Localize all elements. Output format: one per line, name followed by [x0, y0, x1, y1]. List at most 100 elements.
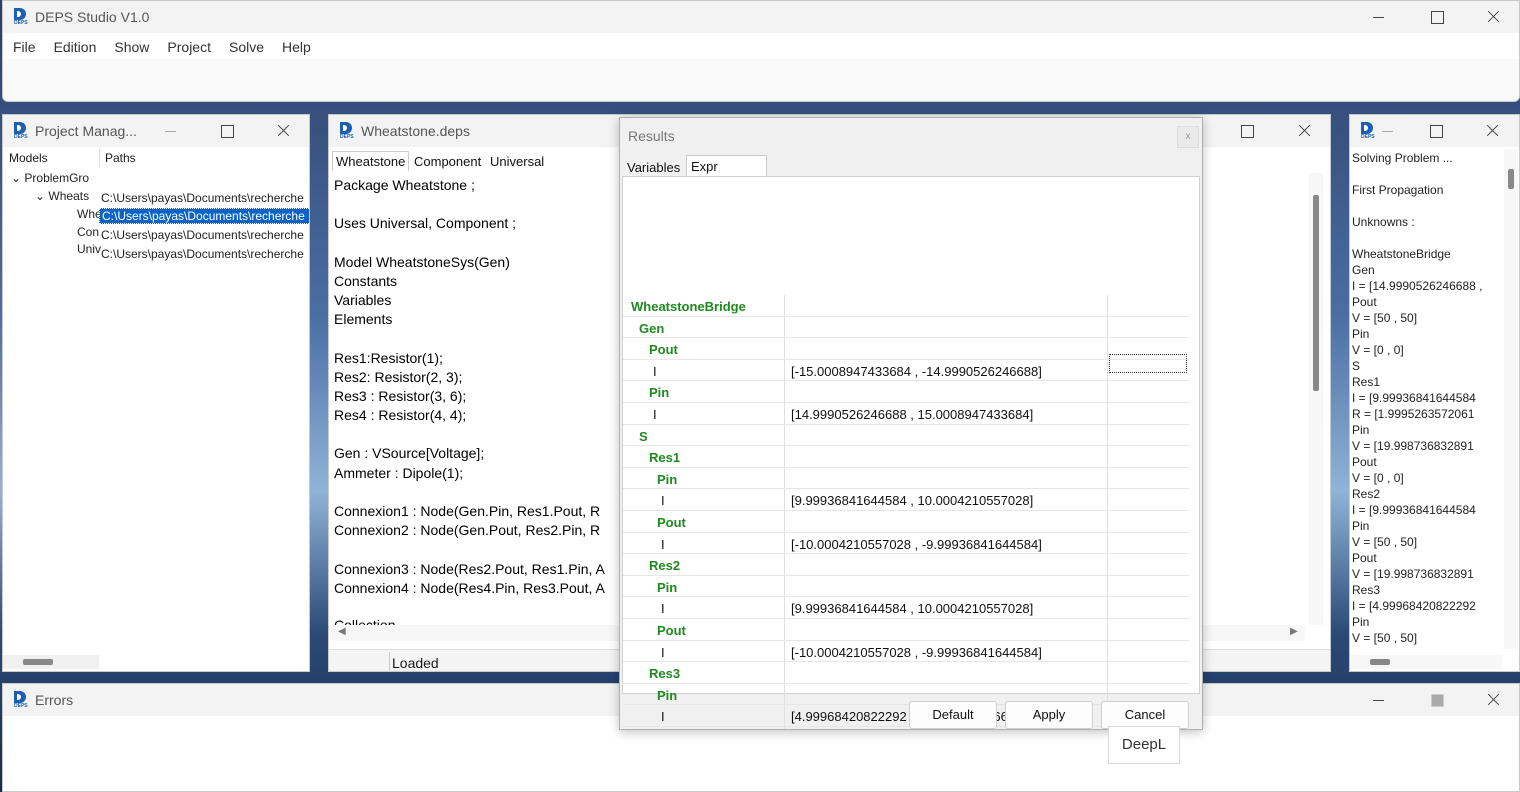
vertical-scrollbar[interactable]	[1504, 149, 1518, 649]
value-cell[interactable]	[786, 575, 1108, 597]
scroll-right-icon[interactable]: ▶	[1290, 626, 1298, 637]
results-table[interactable]: WheatstoneBridge Gen Pout I [-15.00089474336…	[623, 295, 1189, 729]
path-cell[interactable]: C:\Users\payas\Documents\recherche	[101, 247, 309, 261]
value-cell[interactable]	[786, 338, 1108, 359]
maximize-button[interactable]	[1417, 5, 1457, 29]
close-button[interactable]	[1473, 688, 1513, 712]
cancel-button[interactable]: Cancel	[1101, 701, 1189, 729]
vertical-scrollbar[interactable]	[1309, 173, 1323, 625]
focused-cell[interactable]	[1109, 354, 1187, 373]
path-cell-selected[interactable]: C:\Users\payas\Documents\recherche	[99, 208, 309, 224]
name-cell[interactable]: Pout	[623, 727, 785, 729]
tree-node-univ[interactable]: Univ	[77, 242, 101, 256]
name-cell[interactable]: S	[623, 424, 785, 446]
maximize-button[interactable]	[1416, 119, 1456, 143]
horizontal-scrollbar[interactable]	[3, 655, 99, 669]
tree-node-wheatstone[interactable]: ⌄ Wheats	[35, 189, 89, 203]
name-cell[interactable]: Pin	[623, 683, 785, 705]
table-row[interactable]: Res1	[623, 446, 1189, 468]
apply-button[interactable]: Apply	[1005, 701, 1093, 729]
maximize-button[interactable]	[1417, 688, 1457, 712]
close-button[interactable]	[1473, 5, 1513, 29]
table-row[interactable]: Pin	[623, 381, 1189, 403]
name-cell[interactable]: I	[623, 489, 785, 510]
table-row[interactable]: I [-10.0004210557028 , -9.99936841644584]	[623, 532, 1189, 555]
table-row[interactable]: Gen	[623, 316, 1189, 339]
name-cell[interactable]: I	[623, 403, 785, 424]
scrollbar-thumb[interactable]	[23, 659, 53, 665]
table-row[interactable]: Pout	[623, 619, 1189, 641]
minimize-button[interactable]	[1359, 688, 1399, 712]
tree-node-con[interactable]: Con	[77, 225, 99, 239]
tab-expr[interactable]: Expr	[686, 155, 767, 177]
scroll-left-icon[interactable]: ◀	[338, 626, 346, 637]
value-cell[interactable]	[786, 554, 1108, 575]
name-cell[interactable]: Res3	[623, 662, 785, 683]
menu-show[interactable]: Show	[104, 35, 157, 59]
value-cell[interactable]: [-10.0004210557028 , -9.99936841644584]	[786, 640, 1108, 662]
table-row[interactable]: S	[623, 424, 1189, 447]
value-cell[interactable]	[786, 316, 1108, 338]
collapse-icon[interactable]: ⌄	[35, 189, 45, 203]
results-close-button[interactable]: x	[1177, 126, 1199, 148]
name-cell[interactable]: Res2	[623, 554, 785, 575]
close-button[interactable]	[263, 119, 303, 143]
path-cell[interactable]: C:\Users\payas\Documents\recherche	[101, 228, 309, 242]
value-cell[interactable]	[786, 467, 1108, 489]
table-row[interactable]: WheatstoneBridge	[623, 295, 1189, 317]
value-cell[interactable]	[786, 424, 1108, 446]
value-cell[interactable]: [-10.0004210557028 , -9.99936841644584]	[786, 532, 1108, 554]
value-cell[interactable]: [9.99936841644584 , 10.0004210557028]	[786, 489, 1108, 510]
tab-universal[interactable]: Universal	[487, 152, 547, 171]
menu-project[interactable]: Project	[157, 35, 219, 59]
name-cell[interactable]: I	[623, 359, 785, 381]
tab-variables[interactable]: Variables	[624, 158, 683, 177]
value-cell[interactable]	[786, 619, 1108, 640]
table-row[interactable]: I [14.9990526246688 , 15.0008947433684]	[623, 403, 1189, 425]
menu-edition[interactable]: Edition	[44, 35, 105, 59]
collapse-icon[interactable]: ⌄	[11, 171, 21, 185]
minimize-button[interactable]	[1368, 119, 1408, 143]
name-cell[interactable]: I	[623, 532, 785, 554]
table-row[interactable]: Pin	[623, 467, 1189, 490]
path-cell[interactable]: C:\Users\payas\Documents\recherche	[101, 191, 309, 205]
name-cell[interactable]: Pout	[623, 619, 785, 640]
table-row[interactable]: Res2	[623, 554, 1189, 576]
table-row[interactable]: I [9.99936841644584 , 10.0004210557028]	[623, 597, 1189, 619]
menu-help[interactable]: Help	[272, 35, 319, 59]
name-cell[interactable]: I	[623, 640, 785, 662]
minimize-button[interactable]	[151, 119, 191, 143]
value-cell[interactable]	[786, 295, 1108, 316]
deepl-tooltip[interactable]: DeepL	[1108, 726, 1180, 764]
close-button[interactable]	[1284, 119, 1324, 143]
maximize-button[interactable]	[1227, 119, 1267, 143]
table-row[interactable]: I [-15.0008947433684 , -14.9990526246688]	[623, 359, 1189, 382]
value-cell[interactable]: [14.9990526246688 , 15.0008947433684]	[786, 403, 1108, 424]
name-cell[interactable]: I	[623, 597, 785, 618]
scrollbar-thumb[interactable]	[1313, 195, 1319, 391]
tree-node-whe[interactable]: Whe	[77, 207, 102, 221]
name-cell[interactable]: Pout	[623, 338, 785, 359]
table-row[interactable]: Pin	[623, 575, 1189, 598]
name-cell[interactable]: Gen	[623, 316, 785, 338]
table-row[interactable]: Res3	[623, 662, 1189, 684]
tree-node-problemgroup[interactable]: ⌄ ProblemGro	[11, 171, 89, 185]
value-cell[interactable]	[786, 511, 1108, 532]
table-row[interactable]: Pout	[623, 338, 1189, 360]
column-header-paths[interactable]: Paths	[105, 151, 136, 165]
tab-wheatstone[interactable]: Wheatstone	[332, 151, 410, 171]
value-cell[interactable]	[786, 381, 1108, 402]
name-cell[interactable]: Pin	[623, 467, 785, 489]
close-button[interactable]	[1472, 119, 1512, 143]
column-header-models[interactable]: Models	[9, 151, 48, 165]
name-cell[interactable]: Pin	[623, 381, 785, 402]
minimize-button[interactable]	[1359, 5, 1399, 29]
name-cell[interactable]: Pin	[623, 575, 785, 597]
value-cell[interactable]	[786, 446, 1108, 467]
scrollbar-thumb[interactable]	[1508, 169, 1514, 189]
table-row[interactable]: Pout	[623, 511, 1189, 533]
default-button[interactable]: Default	[909, 701, 997, 729]
maximize-button[interactable]	[207, 119, 247, 143]
name-cell[interactable]: I	[623, 705, 785, 726]
value-cell[interactable]: [-15.0008947433684 , -14.9990526246688]	[786, 359, 1108, 381]
